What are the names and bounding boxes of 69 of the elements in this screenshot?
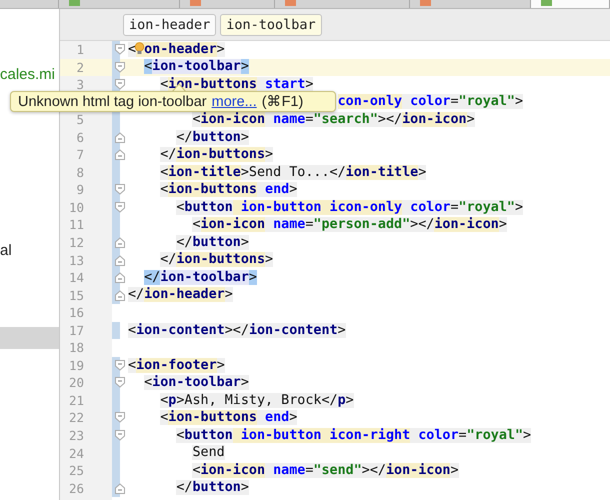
tree-item[interactable]: al xyxy=(0,239,59,261)
fold-marker-icon[interactable] xyxy=(115,377,125,388)
breadcrumb[interactable]: ion-toolbar xyxy=(220,14,322,36)
fold-marker-icon[interactable] xyxy=(115,62,125,73)
line-number: 1 xyxy=(75,41,84,59)
line-number: 17 xyxy=(68,322,84,340)
line-number: 24 xyxy=(68,444,84,462)
code-line: con-only color="royal"> xyxy=(338,94,524,110)
code-line: <ion-content></ion-content> xyxy=(128,322,346,339)
code-line: <ion-buttons end> xyxy=(160,182,298,198)
line-number: 20 xyxy=(68,374,84,392)
code-line: <button ion-button icon-right color="royal"> xyxy=(176,428,532,444)
fold-marker-icon[interactable] xyxy=(115,360,125,371)
code-line: <ion-footer> xyxy=(128,358,225,374)
line-number: 12 xyxy=(68,234,84,252)
lightbulb-icon[interactable] xyxy=(134,41,145,56)
code-line: </ion-toolbar> xyxy=(144,270,257,286)
code-line: <ion-toolbar> xyxy=(144,59,249,76)
editor-tab[interactable] xyxy=(531,0,610,8)
code-line: <ion-icon name="send"></ion-icon> xyxy=(192,462,459,479)
line-number: 10 xyxy=(68,198,84,216)
line-number: 22 xyxy=(68,409,84,428)
line-number: 15 xyxy=(68,286,84,304)
code-line: </button> xyxy=(176,480,249,496)
tree-item[interactable]: cales.mi xyxy=(0,63,59,85)
fold-marker-icon[interactable] xyxy=(115,430,125,442)
fold-marker-icon[interactable] xyxy=(115,79,125,90)
line-number: 11 xyxy=(68,216,84,234)
fold-marker-icon[interactable] xyxy=(115,412,125,424)
line-number: 21 xyxy=(68,392,84,410)
line-number: 5 xyxy=(75,111,84,129)
code-line: < on-header> xyxy=(128,42,225,58)
code-line: </ion-buttons> xyxy=(160,147,274,164)
code-line: <ion-icon name="person-add"></ion-icon> xyxy=(192,217,507,234)
fold-marker-icon[interactable] xyxy=(115,149,125,160)
code-line: </button> xyxy=(176,130,249,146)
line-number: 14 xyxy=(68,269,84,287)
line-number: 18 xyxy=(68,339,84,357)
line-number: 6 xyxy=(75,128,84,146)
line-number: 9 xyxy=(75,181,84,199)
fold-marker-icon[interactable] xyxy=(115,202,125,213)
more-link[interactable]: more... xyxy=(212,94,257,110)
fold-marker-icon[interactable] xyxy=(115,237,125,248)
code-line: <ion-buttons start> xyxy=(160,76,314,93)
fold-marker-icon[interactable] xyxy=(115,272,125,284)
line-number: 7 xyxy=(75,146,84,164)
shortcut-hint: (⌘F1) xyxy=(262,93,304,110)
code-line: <ion-title>Send To...</ion-title> xyxy=(160,164,426,181)
line-number: 16 xyxy=(68,304,84,322)
code-line: <ion-buttons end> xyxy=(160,410,298,426)
code-line: </ion-header> xyxy=(128,287,233,304)
code-line: <p>Ash, Misty, Brock</p> xyxy=(160,392,354,409)
fold-marker-icon[interactable] xyxy=(115,44,125,55)
code-line: <ion-icon name="search"></ion-icon> xyxy=(192,112,475,128)
code-line: </button> xyxy=(176,234,249,251)
line-number: 25 xyxy=(68,462,84,480)
line-number: 23 xyxy=(68,427,84,445)
line-number: 2 xyxy=(75,58,84,76)
fold-marker-icon[interactable] xyxy=(115,184,125,196)
code-line: <button ion-button icon-only color="royal"> xyxy=(176,200,524,216)
line-number: 8 xyxy=(75,164,84,182)
line-number: 26 xyxy=(68,480,84,498)
line-number: 3 xyxy=(75,76,84,94)
code-line: </ion-buttons> xyxy=(160,252,274,268)
code-line: <ion-toolbar> xyxy=(144,375,249,392)
line-number: 13 xyxy=(68,252,84,270)
tooltip-message: Unknown html tag ion-toolbar xyxy=(18,94,207,110)
breadcrumb[interactable]: ion-header xyxy=(123,14,216,36)
line-number: 19 xyxy=(68,356,84,374)
